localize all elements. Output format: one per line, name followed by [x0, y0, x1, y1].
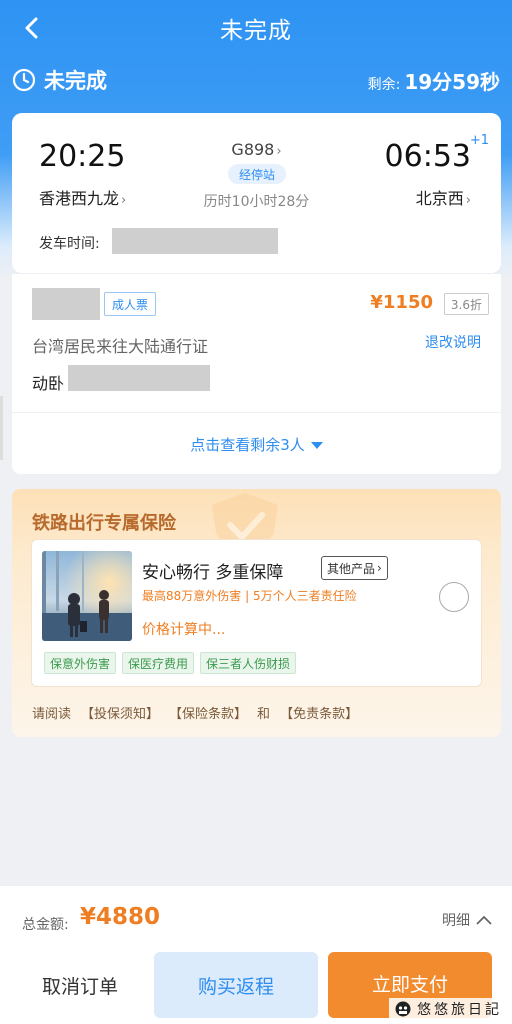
depart-time-label: 发车时间:	[39, 236, 100, 252]
remaining-label: 剩余:	[367, 76, 401, 93]
refund-rules-link[interactable]: 退改说明	[425, 332, 481, 352]
arrive-station-link[interactable]: 北京西 ›	[416, 185, 471, 209]
trip-card: 20:25 香港西九龙 › G898 › 经停站 历时10小时28分 06:53 +…	[12, 113, 501, 273]
arrive-station: 北京西	[415, 189, 464, 208]
bottom-bar: 总金额: ¥4880 明细 取消订单 购买返程 立即支付 悠悠旅日記	[0, 886, 512, 1024]
other-products-button[interactable]: 其他产品 ›	[321, 556, 388, 580]
detail-label: 明细	[442, 913, 470, 929]
insurance-product-name: 安心畅行 多重保障	[142, 563, 284, 583]
insurance-tag: 保医疗费用	[122, 652, 195, 674]
watermark-logo-icon	[395, 1001, 411, 1017]
show-more-passengers-link[interactable]: 点击查看剩余3人	[12, 434, 501, 455]
divider	[12, 412, 501, 413]
chevron-right-icon: ›	[465, 193, 471, 208]
terms-and: 和	[257, 707, 271, 722]
insurance-photo	[42, 551, 132, 641]
order-status-row: 未完成 剩余: 19分59秒	[0, 60, 512, 100]
price-detail-toggle[interactable]: 明细	[442, 910, 492, 930]
arrive-day-offset: +1	[469, 133, 489, 148]
seat-type: 动卧	[32, 374, 65, 393]
show-more-label: 点击查看剩余3人	[190, 436, 305, 454]
cancel-order-button[interactable]: 取消订单	[0, 952, 160, 1018]
other-products-label: 其他产品	[327, 561, 376, 576]
total-label: 总金额:	[22, 917, 69, 933]
redacted-seat-info	[68, 365, 210, 391]
insurance-tag: 保意外伤害	[44, 652, 117, 674]
buy-return-button[interactable]: 购买返程	[154, 952, 318, 1018]
watermark: 悠悠旅日記	[389, 998, 508, 1020]
page-title: 未完成	[220, 18, 292, 44]
insurance-card: 铁路出行专属保险 安心畅行 多重保障 其他产品 › 最高88万意外伤害 | 5万…	[12, 489, 501, 737]
back-arrow-icon	[25, 17, 38, 39]
insurance-title: 铁路出行专属保险	[32, 513, 176, 534]
insurance-price-calculating: 价格计算中...	[142, 622, 226, 638]
caret-down-icon	[310, 442, 323, 449]
discount-badge: 3.6折	[443, 293, 489, 315]
ticket-price: ¥1150	[370, 292, 433, 313]
chevron-right-icon: ›	[377, 561, 382, 575]
insurance-product: 安心畅行 多重保障 其他产品 › 最高88万意外伤害 | 5万个人三者责任险 价格…	[31, 539, 482, 687]
insurance-terms-link[interactable]: 【保险条款】	[169, 703, 247, 722]
id-type: 台湾居民来往大陆通行证	[32, 337, 209, 356]
arrive-time: 06:53	[384, 139, 471, 174]
nav-bar: 未完成	[0, 0, 512, 56]
disclaimer-link[interactable]: 【免责条款】	[280, 703, 358, 722]
redacted-depart-date	[112, 228, 278, 254]
passenger-card: 成人票 ¥1150 3.6折 台湾居民来往大陆通行证 退改说明 动卧 点击查看剩…	[12, 274, 501, 474]
terms-prefix: 请阅读	[32, 707, 72, 722]
insurance-select-radio[interactable]	[439, 582, 469, 612]
scroll-edge	[0, 396, 3, 460]
train-number: G898	[231, 140, 275, 159]
ticket-type-badge: 成人票	[104, 292, 157, 316]
insurance-tags: 保意外伤害 保医疗费用 保三者人伤财损	[44, 652, 297, 674]
chevron-right-icon: ›	[276, 144, 282, 159]
remaining-time: 剩余: 19分59秒	[368, 66, 500, 95]
chevron-up-icon	[476, 915, 492, 925]
insurance-coverage: 最高88万意外伤害 | 5万个人三者责任险	[142, 589, 357, 603]
insurance-terms-row: 请阅读 【投保须知】 【保险条款】 和 【免责条款】	[32, 703, 358, 722]
clock-icon	[12, 68, 36, 92]
insurance-notice-link[interactable]: 【投保须知】	[81, 703, 159, 722]
stops-button[interactable]: 经停站	[228, 164, 286, 184]
order-status-text: 未完成	[44, 69, 107, 93]
redacted-passenger-name	[32, 288, 100, 320]
back-button[interactable]	[14, 10, 50, 46]
insurance-tag: 保三者人伤财损	[200, 652, 297, 674]
watermark-text: 悠悠旅日記	[417, 1002, 502, 1018]
total-amount: ¥4880	[80, 904, 161, 930]
remaining-value: 19分59秒	[404, 69, 500, 94]
